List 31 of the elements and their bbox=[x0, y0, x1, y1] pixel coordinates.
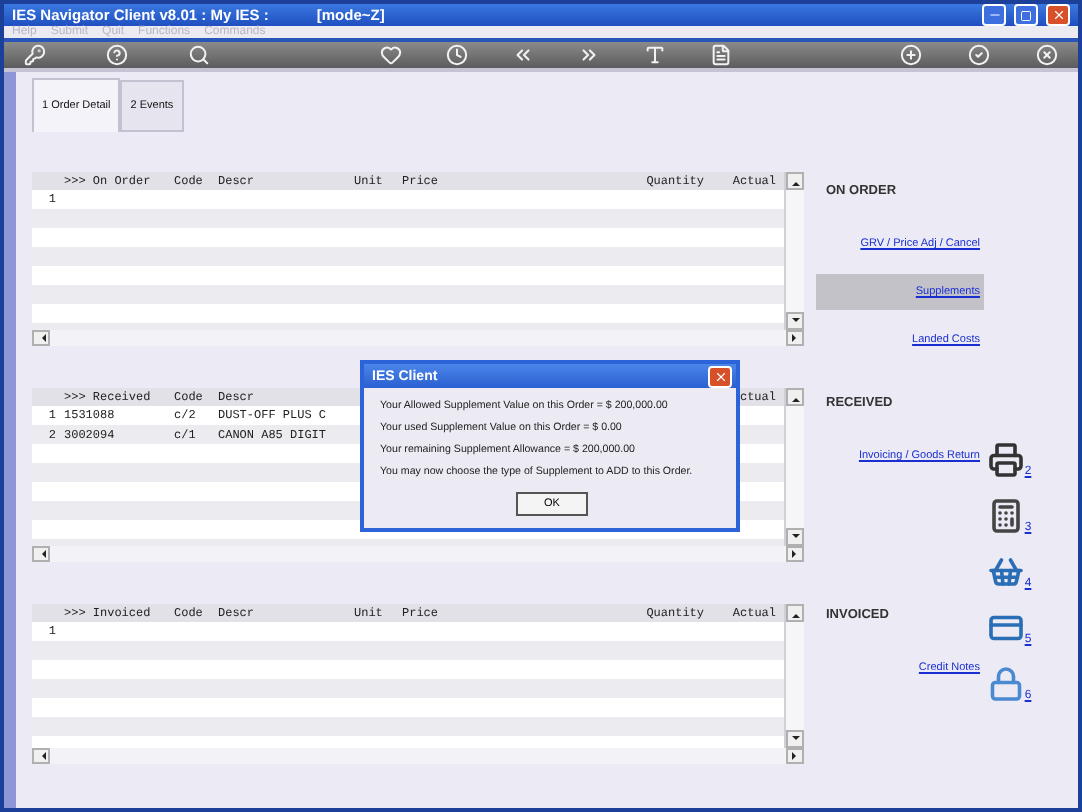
heart-icon[interactable] bbox=[379, 44, 401, 67]
calculator-icon[interactable] bbox=[988, 498, 1025, 534]
basket-icon[interactable] bbox=[988, 554, 1025, 590]
double-chevron-left-icon[interactable] bbox=[511, 44, 533, 67]
close-icon[interactable] bbox=[1036, 44, 1058, 67]
help-icon[interactable] bbox=[106, 44, 128, 67]
close-icon bbox=[1051, 8, 1065, 22]
vertical-scrollbar[interactable] bbox=[784, 604, 804, 748]
close-button[interactable] bbox=[1046, 4, 1070, 26]
close-button[interactable] bbox=[708, 365, 732, 387]
maximize-button[interactable] bbox=[1014, 4, 1038, 26]
plus-icon[interactable] bbox=[900, 44, 922, 67]
minimize-icon bbox=[987, 8, 1001, 22]
key-icon[interactable] bbox=[24, 44, 46, 67]
vertical-scrollbar[interactable] bbox=[784, 172, 804, 330]
printer-icon[interactable] bbox=[988, 442, 1025, 478]
document-icon[interactable] bbox=[709, 44, 731, 67]
check-icon[interactable] bbox=[968, 44, 990, 67]
vertical-scrollbar[interactable] bbox=[784, 388, 804, 546]
lock-icon[interactable] bbox=[988, 666, 1025, 702]
horizontal-scrollbar[interactable] bbox=[32, 330, 804, 346]
search-icon[interactable] bbox=[188, 44, 210, 67]
horizontal-scrollbar[interactable] bbox=[32, 546, 804, 562]
double-chevron-right-icon[interactable] bbox=[577, 44, 599, 67]
clock-icon[interactable] bbox=[445, 44, 467, 67]
maximize-icon bbox=[1020, 9, 1032, 21]
minimize-button[interactable] bbox=[982, 4, 1006, 26]
text-icon[interactable] bbox=[643, 44, 665, 67]
horizontal-scrollbar[interactable] bbox=[32, 748, 804, 764]
close-icon bbox=[713, 369, 727, 383]
card-icon[interactable] bbox=[988, 610, 1025, 646]
